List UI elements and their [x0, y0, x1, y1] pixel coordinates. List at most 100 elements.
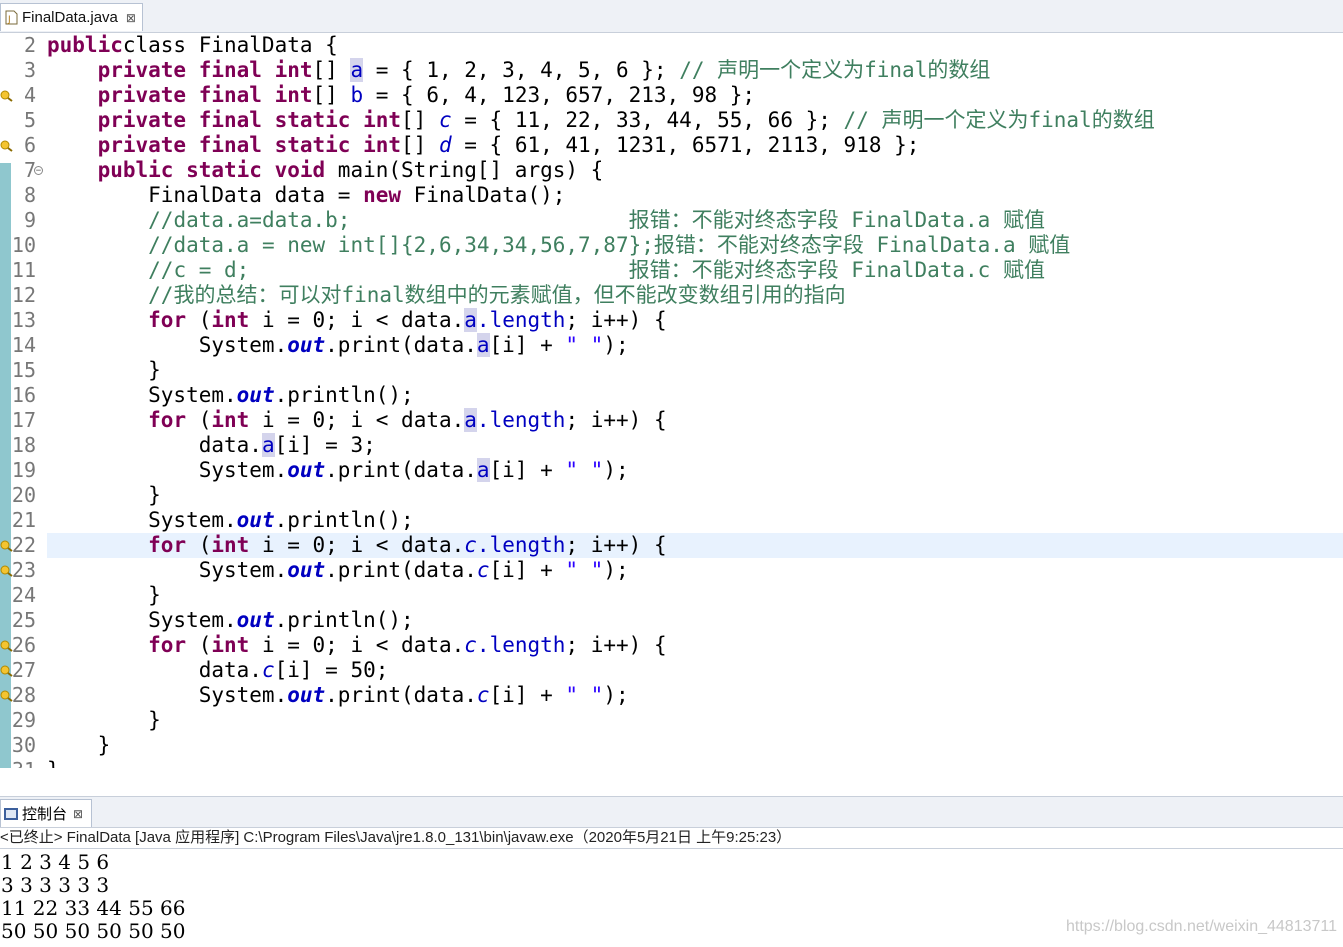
code-token: System.: [47, 333, 288, 357]
code-line[interactable]: private final static int[] c = { 11, 22,…: [47, 108, 1155, 133]
code-line[interactable]: private final int[] a = { 1, 2, 3, 4, 5,…: [47, 58, 990, 83]
code-line[interactable]: System.out.print(data.a[i] + " ");: [47, 333, 629, 358]
code-token: );: [603, 333, 629, 357]
warning-marker-icon[interactable]: [0, 539, 13, 552]
line-number: 5: [23, 108, 36, 132]
code-line[interactable]: System.out.print(data.c[i] + " ");: [47, 558, 629, 583]
code-token: [i] +: [489, 558, 566, 582]
code-token: (: [186, 408, 212, 432]
code-line[interactable]: System.out.print(data.a[i] + " ");: [47, 458, 629, 483]
code-token: a: [261, 433, 275, 457]
code-line[interactable]: private final static int[] d = { 61, 41,…: [47, 133, 920, 158]
code-line[interactable]: for (int i = 0; i < data.a.length; i++) …: [47, 308, 667, 333]
code-line[interactable]: //data.a = new int[]{2,6,34,34,56,7,87};…: [47, 233, 1070, 258]
code-line[interactable]: //我的总结：可以对final数组中的元素赋值，但不能改变数组引用的指向: [47, 283, 846, 308]
code-token: private final int: [97, 58, 313, 82]
fold-icon[interactable]: −: [34, 166, 43, 176]
code-line[interactable]: publicclass FinalData {: [47, 33, 338, 58]
code-token: []: [401, 133, 439, 157]
code-line[interactable]: }: [47, 583, 161, 608]
warning-marker-icon[interactable]: [0, 639, 13, 652]
line-number: 17: [11, 408, 36, 432]
code-token: private final int: [97, 83, 313, 107]
code-line[interactable]: FinalData data = new FinalData();: [47, 183, 565, 208]
line-number: 9: [23, 208, 36, 232]
code-token: for: [148, 533, 187, 557]
code-line[interactable]: public static void main(String[] args) {: [47, 158, 604, 183]
code-token: out: [236, 508, 275, 532]
code-line[interactable]: }: [47, 358, 161, 383]
code-line[interactable]: for (int i = 0; i < data.a.length; i++) …: [47, 408, 667, 433]
code-token: ; i++) {: [565, 633, 667, 657]
warning-marker-icon[interactable]: [0, 564, 13, 577]
code-token: );: [603, 558, 629, 582]
svg-text:J: J: [7, 15, 11, 25]
code-token: " ": [565, 683, 604, 707]
line-number: 24: [11, 583, 36, 607]
warning-marker-icon[interactable]: [0, 139, 13, 152]
code-line[interactable]: data.a[i] = 3;: [47, 433, 376, 458]
code-token: .length: [476, 533, 566, 557]
code-token: System.: [47, 458, 288, 482]
code-token: }: [47, 758, 60, 768]
code-token: System.: [47, 558, 288, 582]
line-number: 15: [11, 358, 36, 382]
editor-tab-bar: J FinalData.java ⊠: [0, 0, 1343, 33]
close-icon[interactable]: ⊠: [126, 11, 136, 25]
warning-marker-icon[interactable]: [0, 664, 13, 677]
code-token: out: [236, 608, 275, 632]
code-token: System.: [47, 683, 288, 707]
line-number: 7: [23, 158, 36, 182]
code-token: int: [211, 633, 250, 657]
close-icon[interactable]: ⊠: [73, 807, 83, 821]
line-number: 12: [11, 283, 36, 307]
code-editor[interactable]: 2 3 4 5 6 7−8 9 10 11 12 13 14 15 16 17 18 19 20 21 22 23 24 2…: [0, 33, 1343, 768]
warning-marker-icon[interactable]: [0, 689, 13, 702]
code-line[interactable]: }: [47, 733, 111, 758]
line-number: 11: [11, 258, 36, 282]
code-token: .println();: [274, 508, 414, 532]
code-token: public static void: [97, 158, 326, 182]
code-line[interactable]: }: [47, 758, 60, 768]
code-line[interactable]: for (int i = 0; i < data.c.length; i++) …: [47, 633, 667, 658]
console-output-line: 3 3 3 3 3 3: [1, 873, 110, 897]
code-token: = { 61, 41, 1231, 6571, 2113, 918 };: [451, 133, 920, 157]
code-line[interactable]: }: [47, 483, 161, 508]
code-line[interactable]: System.out.println();: [47, 508, 414, 533]
code-token: a: [464, 408, 477, 432]
code-token: //c = d; 报错：不能对终态字段 FinalData.c 赋值: [148, 258, 1045, 282]
line-number: 16: [11, 383, 36, 407]
watermark: https://blog.csdn.net/weixin_44813711: [1065, 918, 1337, 935]
code-token: [i] +: [489, 683, 566, 707]
line-number: 30: [11, 733, 36, 757]
line-number: 29: [11, 708, 36, 732]
code-line[interactable]: //data.a=data.b; 报错：不能对终态字段 FinalData.a …: [47, 208, 1045, 233]
code-token: c: [476, 683, 490, 707]
code-line[interactable]: for (int i = 0; i < data.c.length; i++) …: [47, 533, 666, 558]
code-line[interactable]: System.out.println();: [47, 608, 414, 633]
code-line[interactable]: data.c[i] = 50;: [47, 658, 389, 683]
code-token: []: [312, 58, 351, 82]
line-number: 10: [11, 233, 36, 257]
code-token: for: [148, 633, 187, 657]
code-line[interactable]: System.out.println();: [47, 383, 414, 408]
warning-marker-icon[interactable]: [0, 89, 13, 102]
code-token: i = 0; i < data.: [249, 308, 465, 332]
code-token: (: [186, 308, 212, 332]
code-token: );: [603, 458, 629, 482]
code-token: // 声明一个定义为final的数组: [843, 108, 1155, 132]
editor-tab-finaldata[interactable]: J FinalData.java ⊠: [0, 3, 143, 31]
code-token: FinalData();: [401, 183, 566, 207]
console-tab[interactable]: 控制台 ⊠: [0, 799, 92, 827]
code-line[interactable]: System.out.print(data.c[i] + " ");: [47, 683, 629, 708]
code-line[interactable]: //c = d; 报错：不能对终态字段 FinalData.c 赋值: [47, 258, 1045, 283]
console-output-line: 50 50 50 50 50 50: [1, 919, 186, 943]
code-area[interactable]: publicclass FinalData { private final in…: [47, 33, 1343, 768]
code-line[interactable]: private final int[] b = { 6, 4, 123, 657…: [47, 83, 755, 108]
code-line[interactable]: }: [47, 708, 161, 733]
code-token: int: [211, 533, 250, 557]
code-token: (: [186, 533, 212, 557]
